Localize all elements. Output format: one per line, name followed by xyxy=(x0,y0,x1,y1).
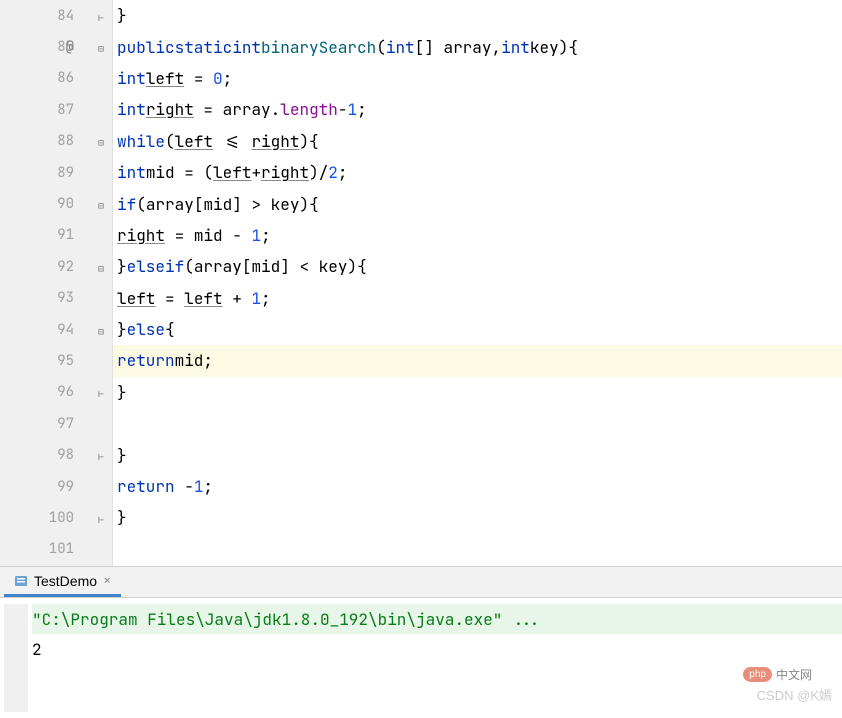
line-number: 89 xyxy=(57,164,74,182)
line-number: 98 xyxy=(57,446,74,464)
php-badge: php xyxy=(743,667,772,682)
gutter-row: 84 ⊢ xyxy=(0,0,112,31)
gutter-row: 91 xyxy=(0,220,112,251)
watermark-csdn: CSDN @K嫣 xyxy=(757,685,832,704)
line-number: 97 xyxy=(57,415,74,433)
console-gutter xyxy=(4,604,28,712)
fold-open-icon[interactable]: ⊟ xyxy=(98,136,108,146)
code-line[interactable]: public static int binarySearch(int[] arr… xyxy=(113,31,842,62)
fold-open-icon[interactable]: ⊟ xyxy=(98,262,108,272)
gutter-row: 95 xyxy=(0,345,112,376)
gutter-row: 89 xyxy=(0,157,112,188)
gutter-row: 94 ⊟ xyxy=(0,314,112,345)
gutter-row: @85⊟ xyxy=(0,31,112,62)
line-number: 86 xyxy=(57,69,74,87)
code-content[interactable]: } public static int binarySearch(int[] a… xyxy=(113,0,842,566)
gutter-row: 101 xyxy=(0,534,112,565)
override-marker[interactable]: @ xyxy=(66,38,74,56)
fold-close-icon[interactable]: ⊢ xyxy=(98,450,108,460)
line-number: 91 xyxy=(57,226,74,244)
code-line[interactable]: if(array[mid] > key){ xyxy=(113,188,842,219)
line-number: 101 xyxy=(49,540,74,558)
line-number: 96 xyxy=(57,383,74,401)
gutter-row: 92 ⊟ xyxy=(0,251,112,282)
php-text: 中文网 xyxy=(776,666,812,683)
line-number: 90 xyxy=(57,195,74,213)
close-icon[interactable]: × xyxy=(103,572,111,590)
gutter-row: 96 ⊢ xyxy=(0,377,112,408)
line-number: 87 xyxy=(57,101,74,119)
gutter-row: 93 xyxy=(0,283,112,314)
fold-open-icon[interactable]: ⊟ xyxy=(98,325,108,335)
gutter-row: 88 ⊟ xyxy=(0,126,112,157)
line-number: 100 xyxy=(49,509,74,527)
code-line[interactable]: } xyxy=(113,0,842,31)
console-output[interactable]: "C:\Program Files\Java\jdk1.8.0_192\bin\… xyxy=(32,604,842,694)
line-number: 94 xyxy=(57,321,74,339)
fold-close-icon[interactable]: ⊢ xyxy=(98,513,108,523)
fold-close-icon[interactable]: ⊢ xyxy=(98,11,108,21)
code-line[interactable]: } xyxy=(113,377,842,408)
fold-close-icon[interactable]: ⊢ xyxy=(98,387,108,397)
code-editor[interactable]: 84⊢@85⊟868788⊟8990⊟9192⊟9394⊟9596⊢9798⊢9… xyxy=(0,0,842,566)
code-line[interactable]: }else if(array[mid] < key){ xyxy=(113,251,842,282)
tab-label: TestDemo xyxy=(34,573,97,589)
gutter-row: 87 xyxy=(0,94,112,125)
fold-open-icon[interactable]: ⊟ xyxy=(98,199,108,209)
tab-testdemo[interactable]: TestDemo × xyxy=(4,567,121,597)
gutter-row: 86 xyxy=(0,63,112,94)
code-line[interactable]: }else{ xyxy=(113,314,842,345)
gutter-row: 99 xyxy=(0,471,112,502)
code-line[interactable] xyxy=(113,408,842,439)
run-tabs-bar: TestDemo × xyxy=(0,566,842,598)
gutter-row: 97 xyxy=(0,408,112,439)
code-line[interactable]: int right = array.length-1; xyxy=(113,94,842,125)
code-line[interactable]: while(left <= right){ xyxy=(113,126,842,157)
gutter: 84⊢@85⊟868788⊟8990⊟9192⊟9394⊟9596⊢9798⊢9… xyxy=(0,0,113,566)
console-command: "C:\Program Files\Java\jdk1.8.0_192\bin\… xyxy=(32,609,541,630)
code-line[interactable]: } xyxy=(113,502,842,533)
fold-open-icon[interactable]: ⊟ xyxy=(98,42,108,52)
line-number: 84 xyxy=(57,7,74,25)
code-line[interactable]: return mid; xyxy=(113,345,842,376)
watermark-php: php 中文网 xyxy=(743,666,812,683)
console-panel: "C:\Program Files\Java\jdk1.8.0_192\bin\… xyxy=(0,598,842,718)
line-number: 92 xyxy=(57,258,74,276)
run-config-icon xyxy=(14,574,28,588)
line-number: 88 xyxy=(57,132,74,150)
gutter-row: 90 ⊟ xyxy=(0,188,112,219)
gutter-row: 98 ⊢ xyxy=(0,439,112,470)
code-line[interactable]: int mid = (left+right)/2; xyxy=(113,157,842,188)
console-result: 2 xyxy=(32,639,42,660)
line-number: 95 xyxy=(57,352,74,370)
gutter-row: 100 ⊢ xyxy=(0,502,112,533)
code-line[interactable]: right = mid - 1; xyxy=(113,220,842,251)
code-line[interactable]: left = left + 1; xyxy=(113,283,842,314)
line-number: 93 xyxy=(57,289,74,307)
code-line[interactable]: int left = 0; xyxy=(113,63,842,94)
code-line[interactable]: } xyxy=(113,439,842,470)
code-line[interactable]: return -1; xyxy=(113,471,842,502)
line-number: 99 xyxy=(57,478,74,496)
code-line[interactable] xyxy=(113,534,842,565)
